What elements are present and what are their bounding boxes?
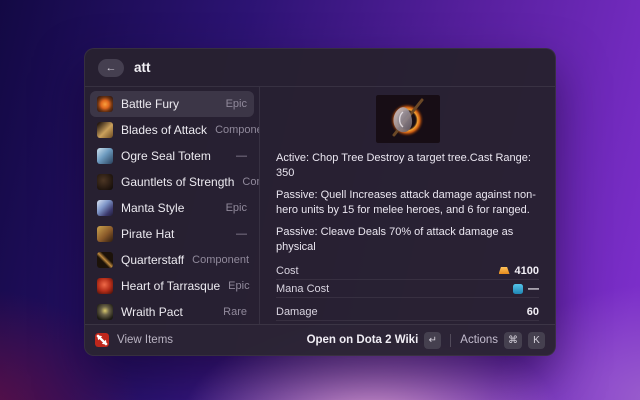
item-name: Heart of Tarrasque xyxy=(121,279,220,293)
pirate-hat-icon xyxy=(97,226,113,242)
list-item[interactable]: Ogre Seal Totem — xyxy=(90,143,254,169)
gauntlets-of-strength-icon xyxy=(97,174,113,190)
item-rarity-tag: Rare xyxy=(223,306,247,318)
item-description: Active: Chop Tree Destroy a target tree.… xyxy=(276,151,539,255)
stat-value-wrap: 4100 xyxy=(499,265,539,277)
blades-of-attack-icon xyxy=(97,122,113,138)
stat-value: 4100 xyxy=(515,265,539,277)
quarterstaff-icon xyxy=(97,252,113,268)
item-list[interactable]: Battle Fury Epic Blades of Attack Compon… xyxy=(85,87,259,324)
primary-action-label: Open on Dota 2 Wiki xyxy=(307,334,419,346)
mana-icon xyxy=(513,284,523,294)
actions-label: Actions xyxy=(460,334,498,346)
item-name: Battle Fury xyxy=(121,97,179,111)
dota2-logo-icon xyxy=(95,333,109,347)
stat-label: Mana Cost xyxy=(276,283,329,295)
window-body: Battle Fury Epic Blades of Attack Compon… xyxy=(85,87,555,324)
item-name: Blades of Attack xyxy=(121,123,207,137)
stat-value: 60 xyxy=(527,306,539,318)
item-rarity-tag: Epic xyxy=(226,202,247,214)
list-item[interactable]: Battle Fury Epic xyxy=(90,91,254,117)
stat-row: Damage 60 xyxy=(276,303,539,321)
list-item[interactable]: Gauntlets of Strength Component xyxy=(90,169,254,195)
actions-menu-button[interactable]: Actions ⌘ K xyxy=(460,332,545,349)
description-active: Active: Chop Tree Destroy a target tree.… xyxy=(276,151,539,181)
footer-separator xyxy=(450,334,451,347)
list-item[interactable]: Heart of Tarrasque Epic xyxy=(90,273,254,299)
stat-label: Damage xyxy=(276,306,318,318)
item-name: Manta Style xyxy=(121,201,184,215)
action-bar: View Items Open on Dota 2 Wiki ↵ Actions… xyxy=(85,324,555,355)
stat-row: Cost 4100 xyxy=(276,262,539,280)
stat-value-wrap: — xyxy=(513,283,539,295)
list-item[interactable]: Manta Style Epic xyxy=(90,195,254,221)
list-item[interactable]: Quarterstaff Component xyxy=(90,247,254,273)
item-rarity-tag: — xyxy=(236,228,247,240)
back-button[interactable]: ← xyxy=(98,59,124,77)
search-input[interactable] xyxy=(134,60,434,75)
item-rarity-tag: Component xyxy=(242,176,259,188)
enter-key-icon: ↵ xyxy=(424,332,441,349)
primary-action-button[interactable]: Open on Dota 2 Wiki ↵ xyxy=(307,332,442,349)
launcher-window: ← Battle Fury Epic Blades of Attack Comp… xyxy=(84,48,556,356)
battle-fury-image xyxy=(376,95,440,143)
stat-value: — xyxy=(528,283,539,295)
item-rarity-tag: — xyxy=(236,150,247,162)
heart-of-tarrasque-icon xyxy=(97,278,113,294)
item-rarity-tag: Component xyxy=(192,254,249,266)
item-name: Wraith Pact xyxy=(121,305,183,319)
stat-row: Mana Cost — xyxy=(276,280,539,298)
item-rarity-tag: Epic xyxy=(228,280,249,292)
stat-value-wrap: 60 xyxy=(527,306,539,318)
k-key-icon: K xyxy=(528,332,545,349)
detail-pane: Active: Chop Tree Destroy a target tree.… xyxy=(260,87,555,324)
item-rarity-tag: Epic xyxy=(226,98,247,110)
back-arrow-icon: ← xyxy=(106,59,117,77)
battle-fury-icon xyxy=(97,96,113,112)
item-rarity-tag: Component xyxy=(215,124,259,136)
manta-style-icon xyxy=(97,200,113,216)
search-header: ← xyxy=(85,49,555,86)
item-name: Quarterstaff xyxy=(121,253,184,267)
item-name: Pirate Hat xyxy=(121,227,174,241)
description-passive-quell: Passive: Quell Increases attack damage a… xyxy=(276,188,539,218)
cmd-key-icon: ⌘ xyxy=(504,332,522,349)
ogre-seal-totem-icon xyxy=(97,148,113,164)
description-passive-cleave: Passive: Cleave Deals 70% of attack dama… xyxy=(276,225,539,255)
item-name: Ogre Seal Totem xyxy=(121,149,211,163)
stats-attributes-group: Damage 60 Health Regeneration 7.5 xyxy=(276,303,539,324)
gold-icon xyxy=(499,267,510,274)
list-item[interactable]: Blades of Attack Component xyxy=(90,117,254,143)
wraith-pact-icon xyxy=(97,304,113,320)
list-item[interactable]: Wraith Pact Rare xyxy=(90,299,254,324)
item-name: Gauntlets of Strength xyxy=(121,175,234,189)
extension-label: View Items xyxy=(117,334,173,346)
list-item[interactable]: Pirate Hat — xyxy=(90,221,254,247)
stats-cost-group: Cost 4100 Mana Cost — xyxy=(276,262,539,298)
stat-label: Cost xyxy=(276,265,299,277)
